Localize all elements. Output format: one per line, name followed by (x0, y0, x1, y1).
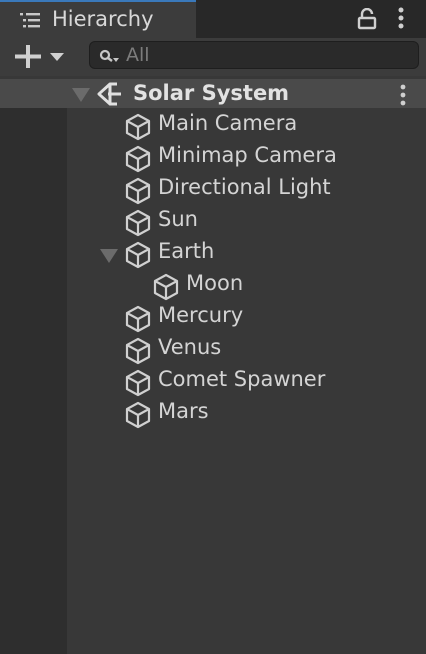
search-icon (99, 49, 121, 69)
scene-kebab-menu-icon[interactable] (399, 84, 407, 110)
item-label: Mars (158, 399, 209, 423)
gameobject-cube-icon (123, 240, 153, 278)
search-input[interactable] (126, 43, 406, 67)
foldout-expanded-icon[interactable] (100, 248, 118, 267)
item-label: Earth (158, 239, 215, 263)
tab-bar: Hierarchy (0, 0, 426, 38)
tree-gutter (0, 108, 67, 654)
item-label: Sun (158, 207, 198, 231)
unity-logo-icon (97, 82, 123, 110)
item-label: Comet Spawner (158, 367, 326, 391)
item-label: Directional Light (158, 175, 331, 199)
search-field[interactable] (89, 41, 419, 69)
foldout-expanded-icon[interactable] (72, 87, 90, 106)
item-label: Moon (186, 271, 244, 295)
gameobject-cube-icon (123, 400, 153, 438)
add-button[interactable] (14, 44, 72, 69)
item-label: Mercury (158, 303, 244, 327)
tab-label: Hierarchy (52, 7, 154, 31)
lock-icon[interactable] (357, 7, 377, 34)
kebab-menu-icon[interactable] (397, 7, 405, 33)
scene-row[interactable]: Solar System (0, 79, 426, 108)
tab-hierarchy[interactable]: Hierarchy (0, 0, 196, 38)
item-label: Venus (158, 335, 222, 359)
scene-name: Solar System (133, 81, 290, 105)
item-label: Main Camera (158, 111, 298, 135)
hierarchy-list-icon (20, 12, 42, 34)
item-label: Minimap Camera (158, 143, 337, 167)
